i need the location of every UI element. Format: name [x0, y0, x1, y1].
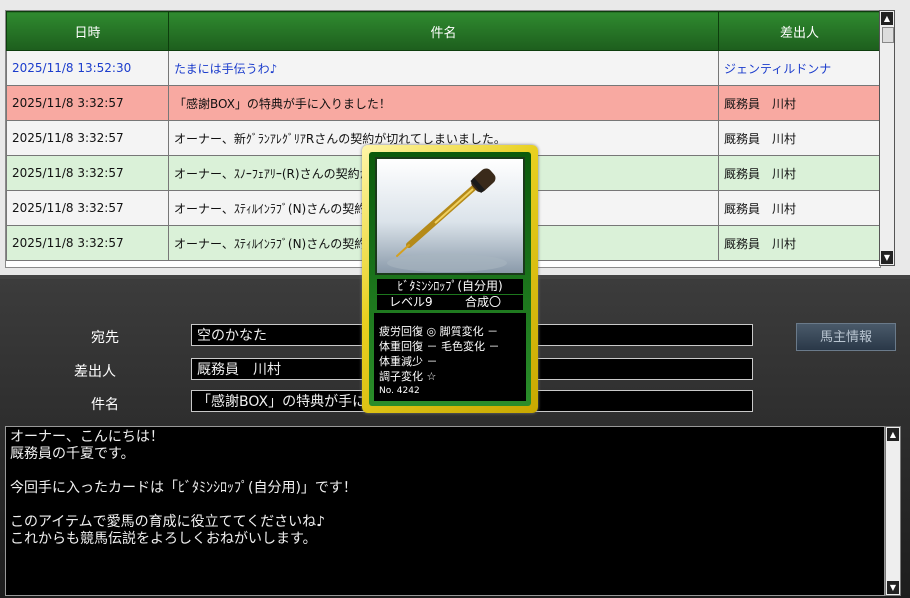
scroll-down-arrow-icon[interactable]: ▼ [887, 581, 899, 594]
mail-row-sender: 厩務員 川村 [718, 155, 880, 191]
mail-row-sender: 厩務員 川村 [718, 120, 880, 156]
mail-row-sender: 厩務員 川村 [718, 225, 880, 261]
mail-list-scrollbar[interactable]: ▲ ▼ [879, 10, 895, 266]
dropper-icon [387, 168, 507, 272]
mail-row-datetime: 2025/11/8 3:32:57 [6, 190, 169, 226]
item-card-number: No. 4242 [379, 386, 420, 396]
message-line: これからも競馬伝説をよろしくおねがいします。 [10, 531, 317, 547]
message-scrollbar[interactable]: ▲ ▼ [885, 426, 901, 596]
scroll-down-arrow-icon[interactable]: ▼ [881, 251, 893, 264]
item-card-level: レベル9 [389, 295, 433, 309]
mail-row-datetime: 2025/11/8 3:32:57 [6, 120, 169, 156]
message-line: オーナー、こんにちは！ [10, 429, 164, 445]
item-card-popup[interactable]: ﾋﾞﾀﾐﾝｼﾛｯﾌﾟ(自分用) レベル9 合成〇 疲労回復 ◎ 脚質変化 － 体… [362, 145, 538, 413]
horse-owner-info-button[interactable]: 馬主情報 [796, 323, 896, 351]
mail-row-subject: たまには手伝うわ♪ [168, 50, 719, 86]
mail-row-subject: 「感謝BOX」の特典が手に入りました！ [168, 85, 719, 121]
message-body: オーナー、こんにちは！ 厩務員の千夏です。今回手に入ったカードは「ﾋﾞﾀﾐﾝｼﾛｯ… [5, 426, 885, 596]
mail-row-sender: 厩務員 川村 [718, 85, 880, 121]
from-label: 差出人 [74, 364, 116, 380]
item-card-stat: 体重減少 － [379, 355, 438, 368]
item-card-name: ﾋﾞﾀﾐﾝｼﾛｯﾌﾟ(自分用) [377, 279, 523, 294]
mail-row[interactable]: 2025/11/8 13:52:30 たまには手伝うわ♪ ジェンティルドンナ [6, 50, 880, 86]
item-card-stat: 疲労回復 ◎ 脚質変化 － [379, 325, 499, 338]
mail-row-sender: ジェンティルドンナ [718, 50, 880, 86]
subject-label: 件名 [91, 397, 119, 413]
to-label: 宛先 [91, 330, 119, 346]
mail-list-scroll-thumb[interactable] [882, 27, 894, 43]
item-card-stat: 調子変化 ☆ [379, 370, 437, 383]
column-header-datetime[interactable]: 日時 [6, 11, 169, 51]
mail-row-datetime: 2025/11/8 13:52:30 [6, 50, 169, 86]
mail-row-datetime: 2025/11/8 3:32:57 [6, 85, 169, 121]
mail-row[interactable]: 2025/11/8 3:32:57 「感謝BOX」の特典が手に入りました！ 厩務員 … [6, 85, 880, 121]
item-card-stats: 疲労回復 ◎ 脚質変化 － 体重回復 － 毛色変化 － 体重減少 － 調子変化 … [374, 313, 526, 401]
message-line: このアイテムで愛馬の育成に役立ててくださいね♪ [10, 514, 326, 530]
item-card-image [375, 157, 525, 275]
column-header-subject[interactable]: 件名 [168, 11, 719, 51]
mail-row-datetime: 2025/11/8 3:32:57 [6, 225, 169, 261]
mail-row-sender: 厩務員 川村 [718, 190, 880, 226]
column-header-sender[interactable]: 差出人 [718, 11, 880, 51]
item-card-level-row: レベル9 合成〇 [377, 295, 523, 310]
item-card-synthesis: 合成〇 [465, 295, 502, 309]
item-card-stat: 体重回復 － 毛色変化 － [379, 340, 500, 353]
message-line: 今回手に入ったカードは「ﾋﾞﾀﾐﾝｼﾛｯﾌﾟ(自分用)」です！ [10, 480, 357, 496]
mail-row-datetime: 2025/11/8 3:32:57 [6, 155, 169, 191]
scroll-up-arrow-icon[interactable]: ▲ [887, 428, 899, 441]
mail-table-header: 日時 件名 差出人 [6, 11, 880, 51]
scroll-up-arrow-icon[interactable]: ▲ [881, 12, 893, 25]
item-card-body: ﾋﾞﾀﾐﾝｼﾛｯﾌﾟ(自分用) レベル9 合成〇 疲労回復 ◎ 脚質変化 － 体… [369, 152, 531, 406]
message-line: 厩務員の千夏です。 [10, 446, 135, 462]
message-line [10, 497, 880, 514]
message-line [10, 463, 880, 480]
